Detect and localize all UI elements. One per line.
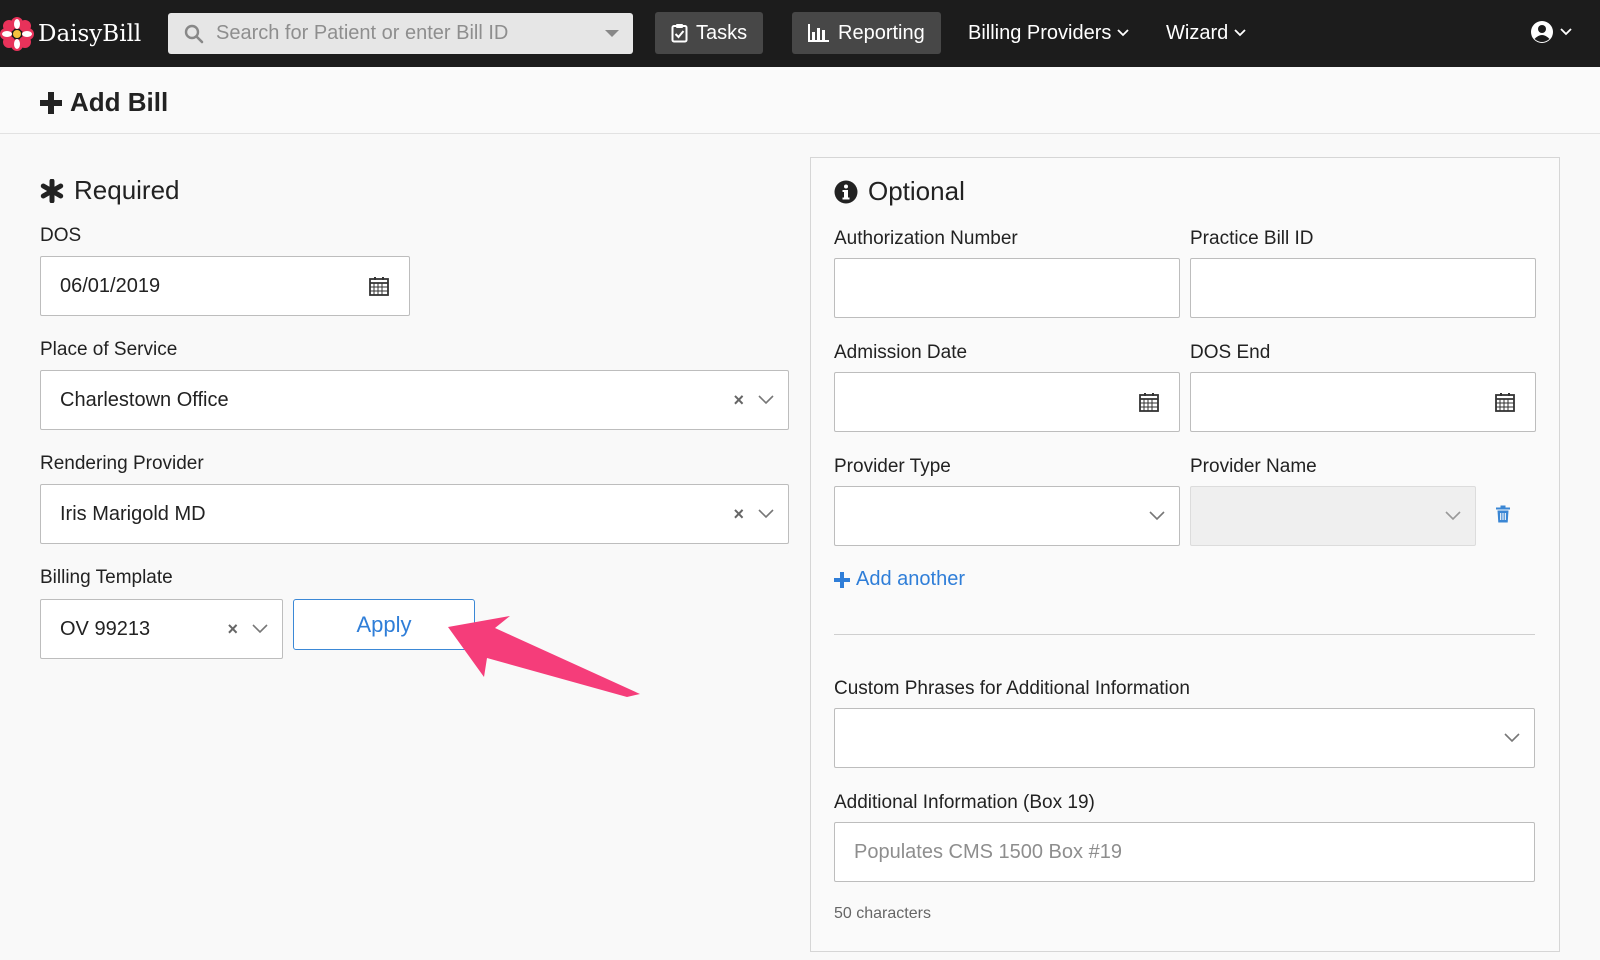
tasks-label: Tasks (696, 21, 748, 44)
required-section-title: Required (40, 175, 180, 206)
calendar-icon[interactable] (369, 276, 389, 296)
billing-providers-label: Billing Providers (968, 21, 1112, 44)
practice-bill-id-input[interactable] (1190, 258, 1536, 318)
add-another-text: Add another (856, 568, 965, 590)
chevron-down-icon[interactable] (1504, 733, 1520, 743)
wizard-menu[interactable]: Wizard (1166, 12, 1246, 54)
chevron-down-icon[interactable] (252, 624, 268, 634)
info-icon (834, 180, 858, 203)
user-circle-icon (1531, 21, 1553, 43)
place-of-service-select[interactable]: Charlestown Office × (40, 370, 789, 430)
place-of-service-label: Place of Service (40, 339, 178, 360)
calendar-icon[interactable] (1139, 392, 1159, 412)
rendering-provider-value: Iris Marigold MD (60, 502, 206, 525)
optional-title-text: Optional (868, 176, 965, 206)
plus-icon (834, 571, 850, 588)
clear-icon[interactable]: × (733, 390, 744, 411)
additional-information-placeholder: Populates CMS 1500 Box #19 (854, 840, 1122, 863)
rendering-provider-label: Rendering Provider (40, 453, 204, 474)
tasks-button[interactable]: Tasks (655, 12, 764, 54)
search-input[interactable] (216, 22, 586, 45)
trash-icon[interactable] (1495, 505, 1511, 523)
authorization-number-input[interactable] (834, 258, 1180, 318)
provider-name-label: Provider Name (1190, 456, 1317, 477)
brand-logo[interactable]: DaisyBill (0, 14, 141, 54)
calendar-icon[interactable] (1495, 392, 1515, 412)
section-divider (834, 634, 1535, 635)
search-dropdown-icon[interactable] (605, 30, 619, 37)
billing-providers-menu[interactable]: Billing Providers (968, 12, 1130, 54)
optional-section-title: Optional (834, 176, 965, 207)
asterisk-icon (40, 178, 64, 203)
user-menu[interactable] (1530, 20, 1572, 44)
chevron-down-icon[interactable] (758, 395, 774, 405)
rendering-provider-select[interactable]: Iris Marigold MD × (40, 484, 789, 544)
authorization-number-label: Authorization Number (834, 228, 1018, 249)
dos-field[interactable]: 06/01/2019 (40, 256, 410, 316)
patient-search[interactable] (168, 13, 633, 54)
clipboard-check-icon (671, 24, 688, 43)
required-title-text: Required (74, 175, 180, 205)
page-title: Add Bill (40, 87, 168, 118)
wizard-label: Wizard (1166, 21, 1229, 44)
admission-date-input[interactable] (834, 372, 1180, 432)
chevron-down-icon[interactable] (758, 509, 774, 519)
brand-name: DaisyBill (38, 21, 142, 47)
apply-template-button[interactable]: Apply (293, 599, 475, 650)
daisy-flower-icon (0, 17, 34, 51)
custom-phrases-label: Custom Phrases for Additional Informatio… (834, 678, 1190, 699)
place-of-service-value: Charlestown Office (60, 388, 229, 411)
billing-template-label: Billing Template (40, 567, 173, 588)
additional-information-label: Additional Information (Box 19) (834, 792, 1095, 813)
custom-phrases-select[interactable] (834, 708, 1535, 768)
chevron-down-icon (1560, 28, 1572, 36)
page-header: Add Bill (0, 67, 1600, 134)
provider-name-select (1190, 486, 1476, 546)
chevron-down-icon[interactable] (1149, 511, 1165, 521)
provider-type-label: Provider Type (834, 456, 951, 477)
dos-end-input[interactable] (1190, 372, 1536, 432)
add-another-link[interactable]: Add another (834, 568, 965, 591)
character-count-hint: 50 characters (834, 905, 931, 922)
dos-value: 06/01/2019 (60, 274, 161, 297)
chevron-down-icon (1117, 29, 1130, 37)
page-title-text: Add Bill (70, 87, 169, 117)
search-icon (184, 24, 204, 43)
provider-type-select[interactable] (834, 486, 1180, 546)
clear-icon[interactable]: × (227, 619, 238, 640)
clear-icon[interactable]: × (733, 504, 744, 525)
practice-bill-id-label: Practice Bill ID (1190, 228, 1314, 249)
additional-information-input[interactable]: Populates CMS 1500 Box #19 (834, 822, 1535, 882)
bar-chart-icon (808, 24, 829, 42)
chevron-down-icon (1445, 511, 1461, 521)
dos-label: DOS (40, 225, 82, 246)
reporting-label: Reporting (838, 21, 925, 44)
reporting-button[interactable]: Reporting (792, 12, 941, 54)
dos-end-label: DOS End (1190, 342, 1271, 363)
chevron-down-icon (1234, 29, 1246, 37)
top-navbar: DaisyBill Tasks Reporting Billing Provid… (0, 0, 1600, 67)
plus-icon (40, 91, 62, 114)
billing-template-select[interactable]: OV 99213 × (40, 599, 283, 659)
billing-template-value: OV 99213 (60, 617, 151, 640)
admission-date-label: Admission Date (834, 342, 968, 363)
